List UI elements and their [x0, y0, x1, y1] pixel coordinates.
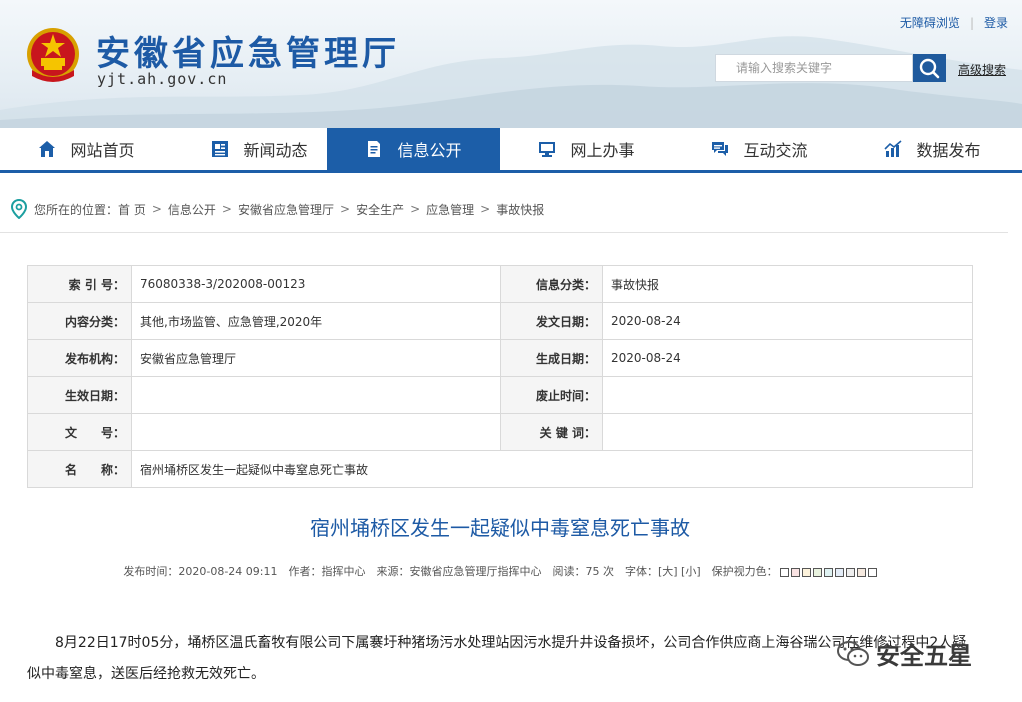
nav-item-home[interactable]: 网站首页	[0, 128, 173, 170]
nav-label: 信息公开	[397, 141, 462, 160]
repeal-time-value	[602, 376, 973, 414]
effective-date-label: 生效日期：	[27, 376, 132, 414]
eye-color-options	[778, 566, 877, 579]
eye-color-chip[interactable]	[867, 568, 877, 577]
search-icon	[919, 58, 940, 79]
nav-item-info-public[interactable]: 信息公开	[327, 128, 500, 170]
nav-item-data-release[interactable]: 数据发布	[846, 128, 1019, 170]
table-row: 发布机构： 安徽省应急管理厅 生成日期： 2020-08-24	[27, 339, 973, 377]
org-value: 安徽省应急管理厅	[131, 339, 501, 377]
nav-label: 数据发布	[916, 141, 981, 160]
nav-label: 网站首页	[70, 141, 135, 160]
monitor-icon	[539, 142, 556, 157]
eye-color-chip[interactable]	[779, 568, 789, 577]
site-title: 安徽省应急管理厅	[96, 34, 400, 74]
doc-no-label: 文 号：	[27, 413, 132, 451]
breadcrumb-separator: >	[340, 202, 351, 216]
eye-color-chip[interactable]	[845, 568, 855, 577]
publish-date-value: 2020-08-24	[602, 302, 973, 340]
main-nav: 网站首页 新闻动态 信息公开 网上办事 互动交流 数据发布	[0, 128, 1022, 170]
nav-item-interaction[interactable]: 互动交流	[673, 128, 846, 170]
table-row: 生效日期： 废止时间：	[27, 376, 973, 414]
wechat-icon	[837, 640, 869, 666]
index-value: 76080338-3/202008-00123	[131, 265, 501, 303]
content-class-label: 内容分类：	[27, 302, 132, 340]
advanced-search-link[interactable]: 高级搜索	[958, 61, 1006, 78]
breadcrumb-item-emergency[interactable]: 应急管理	[426, 201, 474, 218]
location-pin-icon	[10, 199, 28, 219]
doc-no-value	[131, 413, 501, 451]
breadcrumb-divider	[0, 232, 1008, 233]
name-label: 名 称：	[27, 450, 132, 488]
site-domain: yjt.ah.gov.cn	[97, 70, 228, 88]
article-info-text: 发布时间：2020-08-24 09:11 作者：指挥中心 来源：安徽省应急管理…	[123, 565, 778, 578]
eye-color-chip[interactable]	[834, 568, 844, 577]
accessibility-link[interactable]: 无障碍浏览	[900, 16, 960, 30]
category-value: 事故快报	[602, 265, 973, 303]
breadcrumb-separator: >	[221, 202, 232, 216]
nav-label: 互动交流	[743, 141, 808, 160]
watermark: 安全五星	[836, 636, 972, 671]
name-value: 宿州埇桥区发生一起疑似中毒窒息死亡事故	[131, 450, 973, 488]
generate-date-label: 生成日期：	[500, 339, 603, 377]
eye-color-chip[interactable]	[856, 568, 866, 577]
keywords-label: 关 键 词：	[500, 413, 603, 451]
watermark-text: 安全五星	[876, 642, 972, 670]
repeal-time-label: 废止时间：	[500, 376, 603, 414]
eye-color-chip[interactable]	[790, 568, 800, 577]
keywords-value	[602, 413, 973, 451]
breadcrumb-separator: >	[480, 202, 491, 216]
nav-item-news[interactable]: 新闻动态	[173, 128, 346, 170]
search-input[interactable]: 请输入搜索关键字	[715, 54, 913, 82]
table-row: 名 称： 宿州埇桥区发生一起疑似中毒窒息死亡事故	[27, 450, 973, 488]
home-icon	[39, 141, 56, 157]
table-row: 索 引 号： 76080338-3/202008-00123 信息分类： 事故快…	[27, 265, 973, 303]
site-header: 安徽省应急管理厅 yjt.ah.gov.cn 无障碍浏览 | 登录 请输入搜索关键字…	[0, 0, 1022, 128]
article-info: 发布时间：2020-08-24 09:11 作者：指挥中心 来源：安徽省应急管理…	[0, 563, 1000, 579]
category-label: 信息分类：	[500, 265, 603, 303]
content-class-value: 其他,市场监管、应急管理,2020年	[131, 302, 501, 340]
document-icon	[368, 141, 381, 157]
chart-icon	[884, 140, 903, 157]
nav-underline	[0, 170, 1022, 173]
login-link[interactable]: 登录	[984, 16, 1008, 30]
top-links: 无障碍浏览 | 登录	[900, 14, 1008, 31]
national-emblem-icon	[27, 28, 79, 82]
nav-label: 新闻动态	[243, 141, 308, 160]
eye-color-chip[interactable]	[801, 568, 811, 577]
table-row: 文 号： 关 键 词：	[27, 413, 973, 451]
divider: |	[969, 16, 974, 30]
breadcrumb-item-info-public[interactable]: 信息公开	[168, 201, 216, 218]
breadcrumb-separator: >	[410, 202, 421, 216]
table-row: 内容分类： 其他,市场监管、应急管理,2020年 发文日期： 2020-08-2…	[27, 302, 973, 340]
breadcrumb: 您所在的位置： 首 页 > 信息公开 > 安徽省应急管理厅 > 安全生产 > 应…	[10, 198, 544, 220]
article-body: 8月22日17时05分，埇桥区温氏畜牧有限公司下属褰圩种猪场污水处理站因污水提升…	[27, 635, 967, 682]
breadcrumb-item-accident-report[interactable]: 事故快报	[496, 201, 544, 218]
nav-label: 网上办事	[570, 141, 635, 160]
breadcrumb-prefix: 您所在的位置：	[34, 202, 119, 217]
breadcrumb-item-department[interactable]: 安徽省应急管理厅	[238, 201, 334, 218]
document-meta-table: 索 引 号： 76080338-3/202008-00123 信息分类： 事故快…	[27, 265, 973, 488]
breadcrumb-item-home[interactable]: 首 页	[118, 201, 146, 218]
news-icon	[212, 141, 229, 157]
nav-item-online-service[interactable]: 网上办事	[500, 128, 673, 170]
article-title: 宿州埇桥区发生一起疑似中毒窒息死亡事故	[310, 516, 690, 540]
eye-color-chip[interactable]	[812, 568, 822, 577]
generate-date-value: 2020-08-24	[602, 339, 973, 377]
breadcrumb-item-safety[interactable]: 安全生产	[356, 201, 404, 218]
breadcrumb-separator: >	[151, 202, 162, 216]
org-label: 发布机构：	[27, 339, 132, 377]
eye-color-chip[interactable]	[823, 568, 833, 577]
publish-date-label: 发文日期：	[500, 302, 603, 340]
index-label: 索 引 号：	[27, 265, 132, 303]
effective-date-value	[131, 376, 501, 414]
chat-icon	[712, 142, 729, 156]
search-button[interactable]	[913, 54, 946, 82]
